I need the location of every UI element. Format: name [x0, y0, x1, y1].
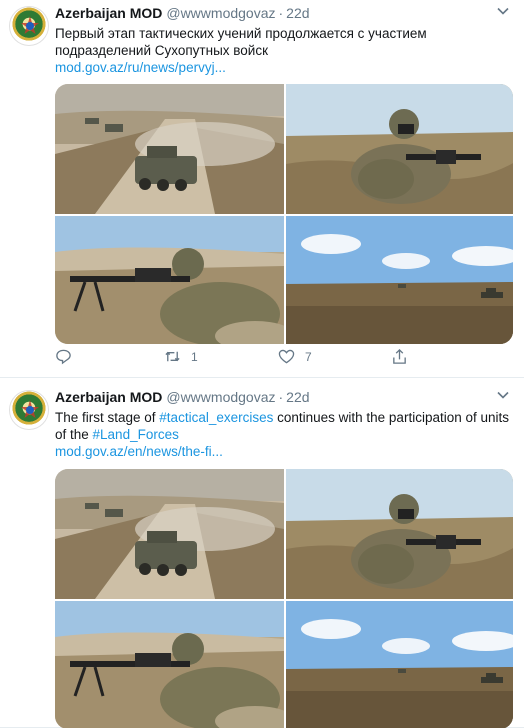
share-icon: [393, 348, 406, 364]
reply-icon: [56, 349, 71, 365]
media-grid: [55, 84, 513, 344]
text-segment: of the: [55, 427, 93, 442]
action-bar: 1 7: [55, 348, 415, 368]
author-name[interactable]: Azerbaijan MOD: [55, 5, 162, 21]
author-handle[interactable]: @wwwmodgovaz: [166, 5, 275, 21]
reply-button[interactable]: [55, 348, 82, 365]
timestamp[interactable]: 22d: [286, 389, 309, 405]
tweet-text-line: подразделений Сухопутных войск: [55, 43, 269, 58]
text-segment: continues with the participation of unit…: [273, 410, 509, 425]
mod-emblem-icon: [21, 16, 39, 34]
separator: ·: [278, 5, 284, 21]
like-count: 7: [305, 349, 312, 364]
photo-tanks-field[interactable]: [286, 601, 513, 728]
like-icon: [278, 349, 295, 364]
photo-apc-convoy[interactable]: [55, 84, 284, 214]
mod-emblem-icon: [21, 400, 39, 418]
like-button[interactable]: 7: [278, 348, 312, 365]
photo-tanks-field[interactable]: [286, 216, 513, 344]
avatar[interactable]: [9, 6, 49, 46]
text-segment: The first stage of: [55, 410, 160, 425]
tweet[interactable]: Azerbaijan MOD @wwwmodgovaz · 22d The fi…: [0, 378, 524, 728]
retweet-icon: [165, 351, 180, 362]
tweet[interactable]: Azerbaijan MOD @wwwmodgovaz · 22d Первый…: [0, 0, 524, 378]
tweet-text-line: Первый этап тактических учений продолжае…: [55, 26, 427, 41]
hashtag-link[interactable]: #Land_Forces: [93, 427, 179, 442]
avatar[interactable]: [9, 390, 49, 430]
tweet-link[interactable]: mod.gov.az/en/news/the-fi...: [55, 443, 455, 460]
tweet-link[interactable]: mod.gov.az/ru/news/pervyj...: [55, 59, 455, 76]
tweet-text-line: of the #Land_Forces: [55, 426, 515, 443]
photo-soldier-nightvision[interactable]: [286, 84, 513, 214]
photo-soldier-machinegun[interactable]: [55, 216, 284, 344]
tweet-header: Azerbaijan MOD @wwwmodgovaz · 22d: [55, 5, 494, 21]
author-name[interactable]: Azerbaijan MOD: [55, 389, 162, 405]
separator: ·: [278, 389, 284, 405]
media-grid: [55, 469, 513, 728]
photo-soldier-nightvision[interactable]: [286, 469, 513, 599]
author-handle[interactable]: @wwwmodgovaz: [166, 389, 275, 405]
tweet-text: Первый этап тактических учений продолжае…: [55, 25, 460, 59]
photo-soldier-machinegun[interactable]: [55, 601, 284, 728]
chevron-down-icon[interactable]: [496, 4, 510, 18]
tweet-text: The first stage of #tactical_exercises c…: [55, 409, 515, 443]
retweet-button[interactable]: 1: [164, 348, 198, 365]
chevron-down-icon[interactable]: [496, 388, 510, 402]
photo-apc-convoy[interactable]: [55, 469, 284, 599]
tweet-text-line: The first stage of #tactical_exercises c…: [55, 409, 515, 426]
share-button[interactable]: [391, 348, 408, 365]
hashtag-link[interactable]: #tactical_exercises: [159, 410, 273, 425]
tweet-header: Azerbaijan MOD @wwwmodgovaz · 22d: [55, 389, 494, 405]
timestamp[interactable]: 22d: [286, 5, 309, 21]
retweet-count: 1: [191, 349, 198, 364]
